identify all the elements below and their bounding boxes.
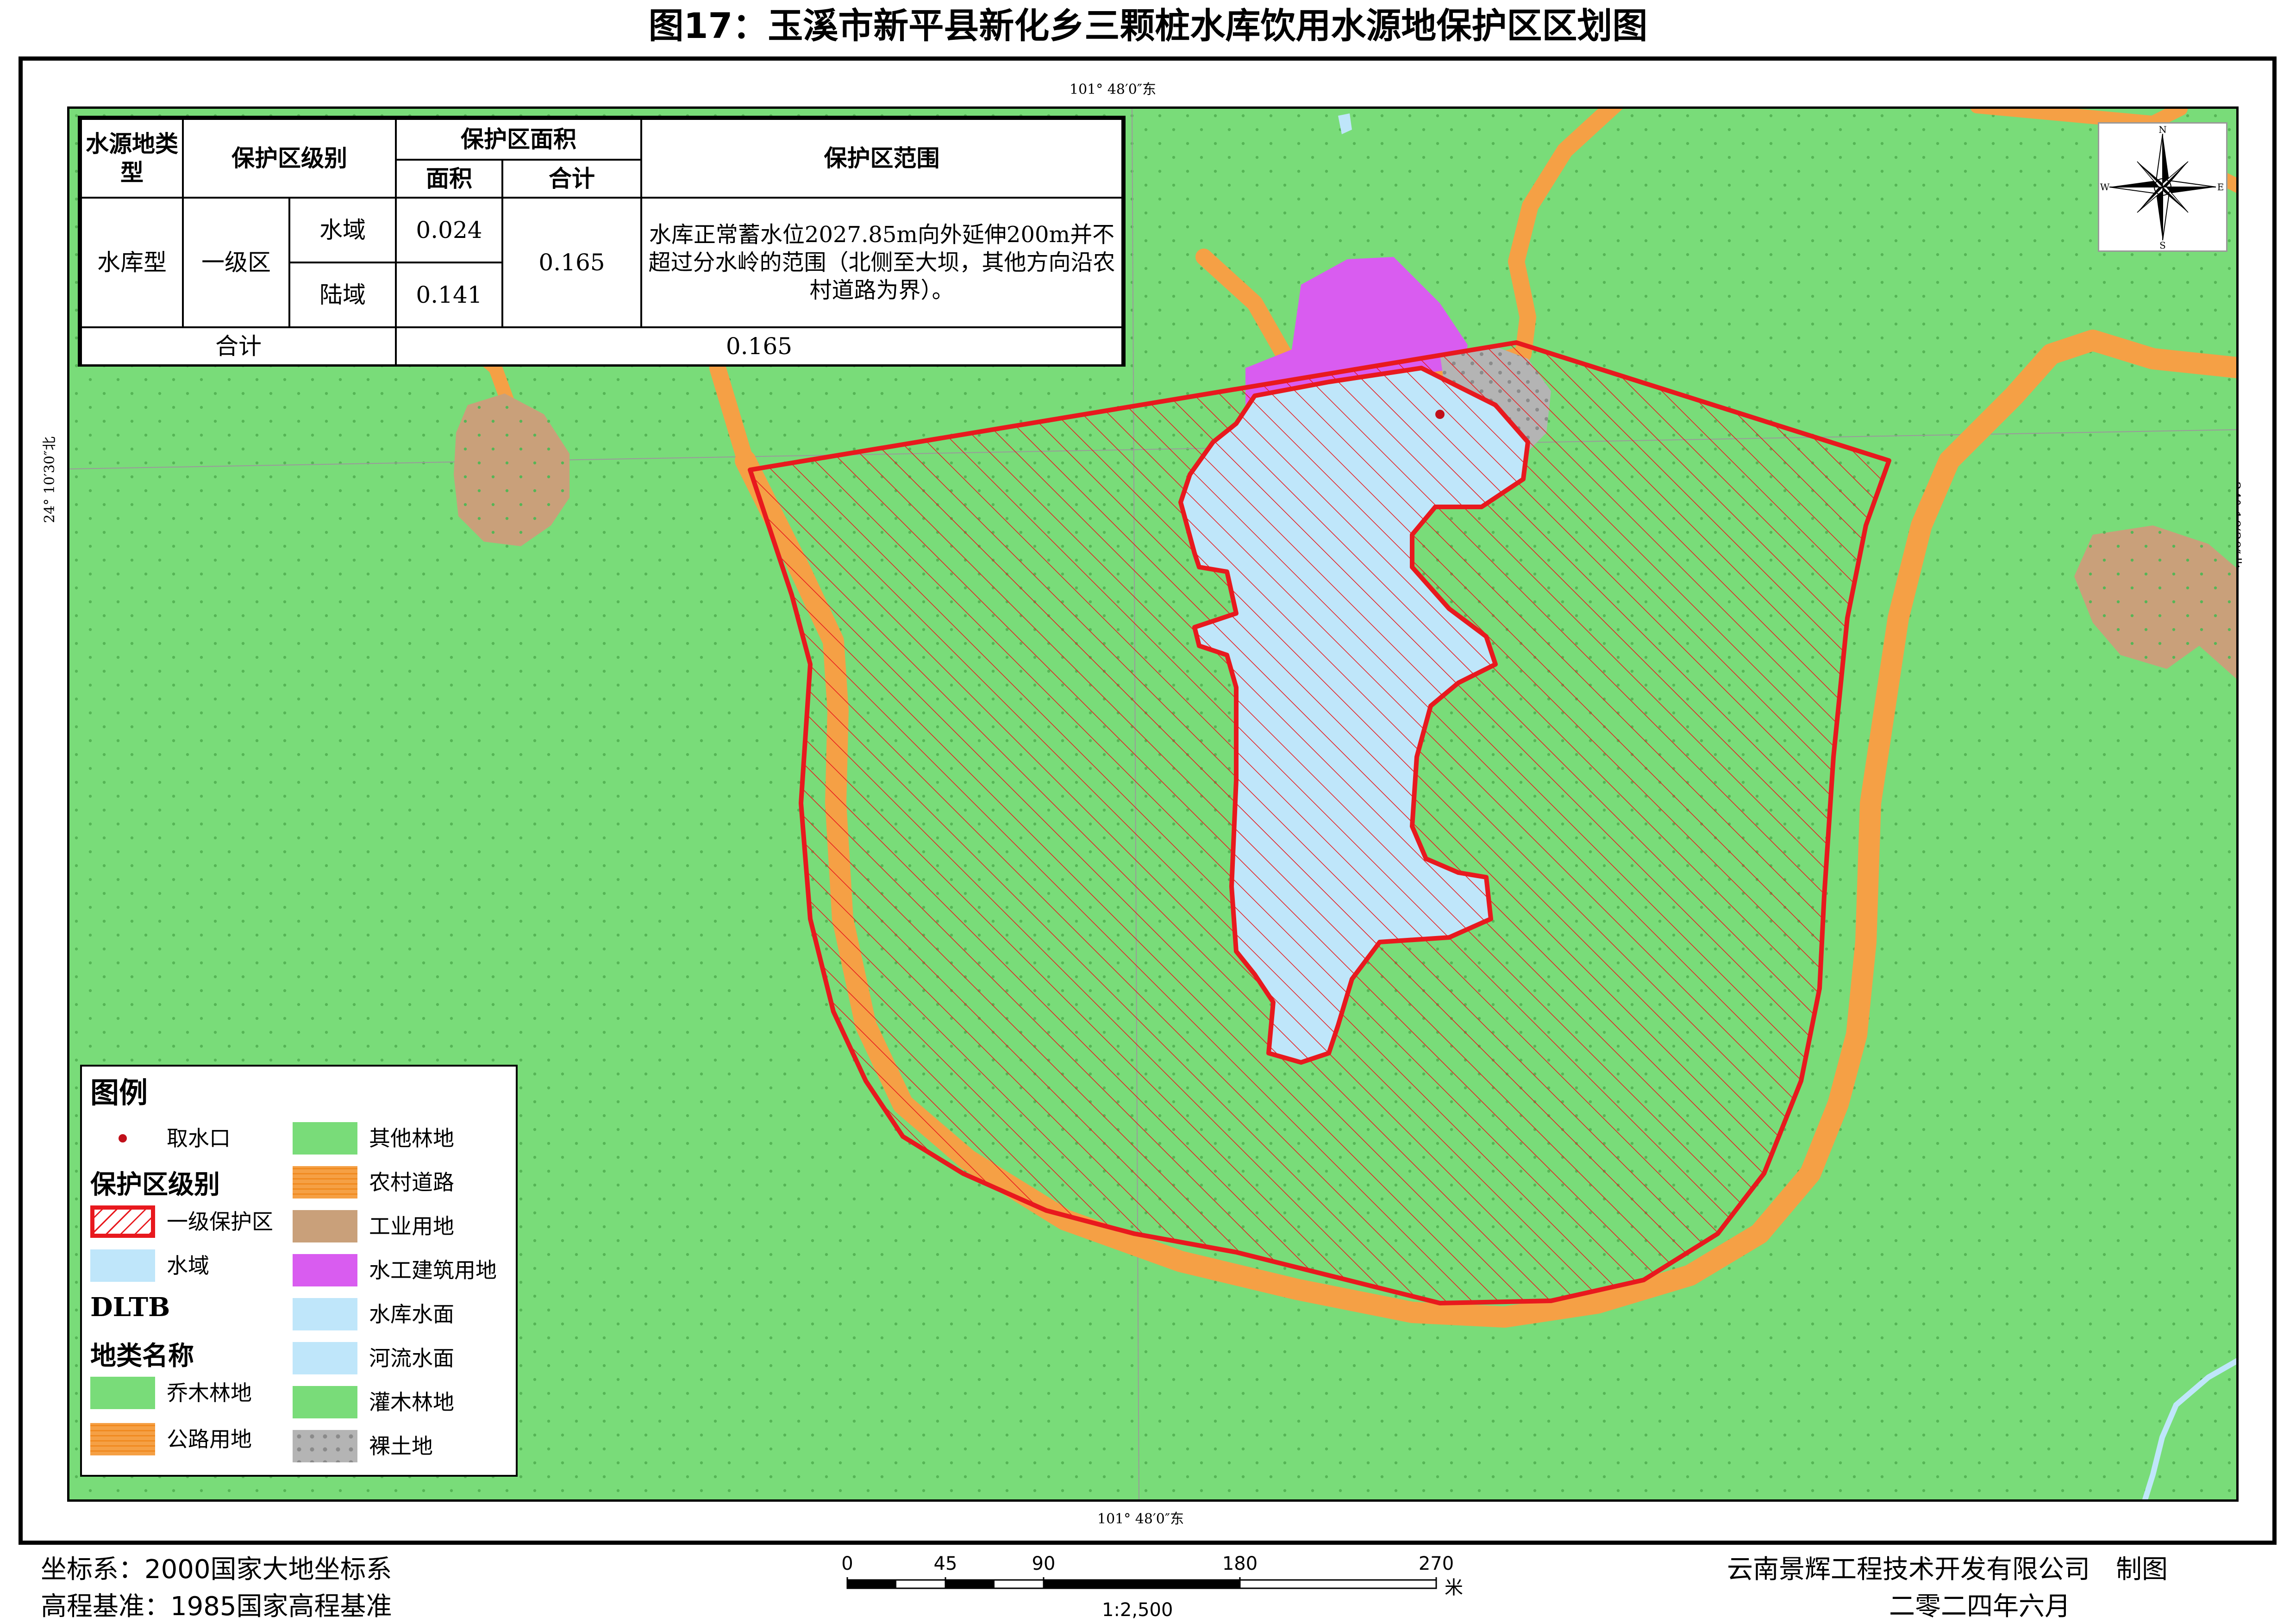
legend-other-forest-label: 其他林地	[369, 1126, 454, 1151]
header-source-type: 水源地类型	[80, 118, 184, 199]
legend-forest-label: 乔木林地	[167, 1380, 252, 1405]
cell-total-label: 合计	[80, 326, 397, 366]
shrub-swatch	[293, 1386, 357, 1418]
legend-level1-label: 一级保护区	[167, 1209, 273, 1234]
other-forest-swatch	[293, 1122, 357, 1155]
cell-area-land: 0.141	[395, 262, 503, 328]
production-date: 二零二四年六月	[1889, 1592, 2071, 1622]
north-letter: N	[2158, 124, 2167, 135]
cell-level: 一级区	[182, 197, 290, 328]
legend-industrial: 工业用地	[293, 1210, 515, 1242]
header-protection-level: 保护区级别	[182, 118, 397, 199]
east-letter: E	[2217, 181, 2224, 193]
legend-level1: 一级保护区	[90, 1205, 289, 1238]
scale-tick: 45	[933, 1553, 957, 1574]
legend-water-area: 水域	[90, 1249, 289, 1282]
legend-hydro-building: 水工建筑用地	[293, 1254, 515, 1286]
producer-company: 云南景辉工程技术开发有限公司 制图	[1727, 1554, 2168, 1585]
hydro-building-swatch	[293, 1254, 357, 1286]
scale-ratio: 1:2,500	[1102, 1599, 1173, 1621]
legend-road-hw-label: 公路用地	[167, 1427, 252, 1452]
legend-water-area-label: 水域	[167, 1253, 209, 1278]
cell-zone-water: 水域	[288, 197, 397, 263]
legend-forest: 乔木林地	[90, 1377, 289, 1409]
header-area-sub: 面积	[395, 159, 503, 199]
scale-tick: 180	[1222, 1553, 1258, 1574]
north-arrow: N S E W	[2098, 122, 2227, 252]
bare-swatch	[293, 1430, 357, 1462]
legend-shrub-label: 灌木林地	[369, 1390, 454, 1415]
rural-road-swatch	[293, 1166, 357, 1199]
legend-road-hw: 公路用地	[90, 1423, 289, 1455]
water-area-swatch	[90, 1249, 155, 1282]
map-title: 图17：玉溪市新平县新化乡三颗桩水库饮用水源地保护区区划图	[648, 5, 1648, 46]
cell-source-type: 水库型	[80, 197, 184, 328]
attribute-table-grid: 水源地类型 保护区级别 保护区面积 保护区范围 面积 合计 水库型 一级区 水域…	[80, 118, 1123, 366]
scale-tick: 0	[841, 1553, 853, 1574]
elevation-note: 高程基准：1985国家高程基准	[41, 1592, 392, 1622]
legend-landclass-header: 地类名称	[90, 1341, 194, 1371]
scale-bar: 0 45 90 180 270 米 1:2,500	[841, 1553, 1463, 1623]
industrial-swatch	[293, 1210, 357, 1242]
header-total-sub: 合计	[501, 159, 642, 199]
legend-title: 图例	[90, 1076, 148, 1110]
legend-reservoir-label: 水库水面	[369, 1302, 454, 1327]
cell-total-value: 0.165	[395, 326, 1123, 366]
crs-note: 坐标系：2000国家大地坐标系	[41, 1554, 392, 1585]
cell-area-water: 0.024	[395, 197, 503, 263]
legend-bare-label: 裸土地	[369, 1434, 433, 1459]
river-swatch	[293, 1342, 357, 1374]
legend-level-header: 保护区级别	[90, 1169, 220, 1200]
west-letter: W	[2100, 181, 2110, 193]
attribute-table: 水源地类型 保护区级别 保护区面积 保护区范围 面积 合计 水库型 一级区 水域…	[78, 116, 1126, 367]
longitude-label-top: 101° 48′0″东	[1070, 81, 1157, 98]
longitude-label-bottom: 101° 48′0″东	[1097, 1511, 1184, 1527]
cell-subtotal: 0.165	[501, 197, 642, 328]
legend-industrial-label: 工业用地	[369, 1214, 454, 1239]
legend-river-label: 河流水面	[369, 1346, 454, 1371]
scale-tick: 270	[1418, 1553, 1454, 1574]
cell-scope: 水库正常蓄水位2027.85m向外延伸200m并不超过分水岭的范围（北侧至大坝，…	[640, 197, 1123, 328]
legend-rural-road: 农村道路	[293, 1166, 515, 1199]
scale-tick: 90	[1032, 1553, 1056, 1574]
intake-swatch	[90, 1122, 155, 1155]
header-protection-area: 保护区面积	[395, 118, 642, 161]
legend-reservoir: 水库水面	[293, 1298, 515, 1330]
legend-shrub: 灌木林地	[293, 1386, 515, 1418]
header-protection-scope: 保护区范围	[640, 118, 1123, 199]
level1-swatch	[90, 1205, 155, 1238]
latitude-label-left: 24° 10′30″北	[42, 436, 58, 523]
scale-unit: 米	[1445, 1577, 1463, 1598]
legend-hydro-building-label: 水工建筑用地	[369, 1258, 497, 1283]
forest-swatch	[90, 1377, 155, 1409]
reservoir-swatch	[293, 1298, 357, 1330]
road-hw-swatch	[90, 1423, 155, 1455]
legend-intake: 取水口	[90, 1122, 289, 1155]
legend-bare: 裸土地	[293, 1430, 515, 1462]
legend-dltb: DLTB	[90, 1292, 170, 1323]
south-letter: S	[2159, 240, 2166, 250]
legend-river: 河流水面	[293, 1342, 515, 1374]
scale-bar-graphic	[846, 1577, 1437, 1589]
cell-zone-land: 陆域	[288, 262, 397, 328]
water-intake-point[interactable]	[1435, 410, 1445, 419]
legend-other-forest: 其他林地	[293, 1122, 515, 1155]
legend-intake-label: 取水口	[167, 1126, 231, 1151]
map-legend: 图例 取水口 保护区级别 一级保护区 水域 DLTB 地类名称 乔木林地 公路用…	[80, 1065, 518, 1477]
compass-rose-icon: N S E W	[2100, 124, 2224, 251]
legend-rural-road-label: 农村道路	[369, 1170, 454, 1195]
